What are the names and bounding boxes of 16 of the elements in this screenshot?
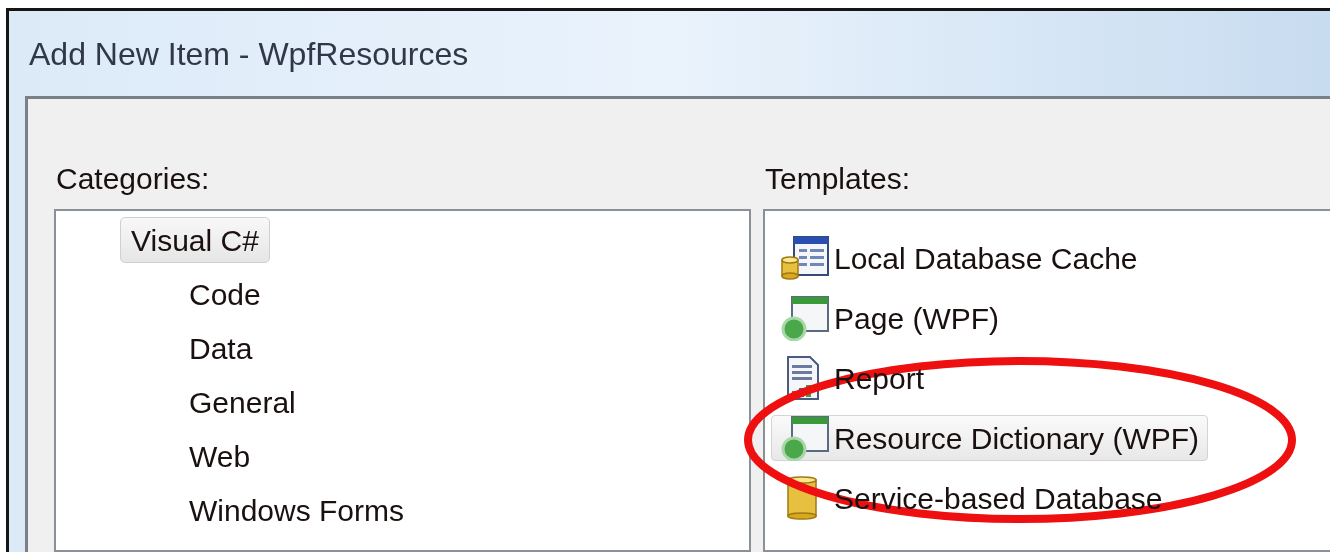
page-icon (780, 295, 830, 341)
category-item[interactable]: Windows Forms (178, 487, 416, 533)
category-item[interactable]: Data (178, 325, 264, 371)
category-item[interactable]: Visual C# (120, 217, 270, 263)
window-title: Add New Item - WpfResources (29, 34, 469, 74)
template-item[interactable]: Service-based Database (771, 475, 1172, 521)
template-item[interactable]: Page (WPF) (771, 295, 1009, 341)
categories-label: Categories: (55, 161, 211, 197)
templates-label: Templates: (764, 161, 912, 197)
template-item[interactable]: Resource Dictionary (WPF) (771, 415, 1209, 461)
page-icon (780, 415, 830, 461)
category-item[interactable]: General (178, 379, 307, 425)
template-item[interactable]: Local Database Cache (771, 235, 1147, 281)
category-item[interactable]: Code (178, 271, 272, 317)
category-item[interactable]: Web (178, 433, 262, 479)
database-table-icon (780, 235, 830, 281)
